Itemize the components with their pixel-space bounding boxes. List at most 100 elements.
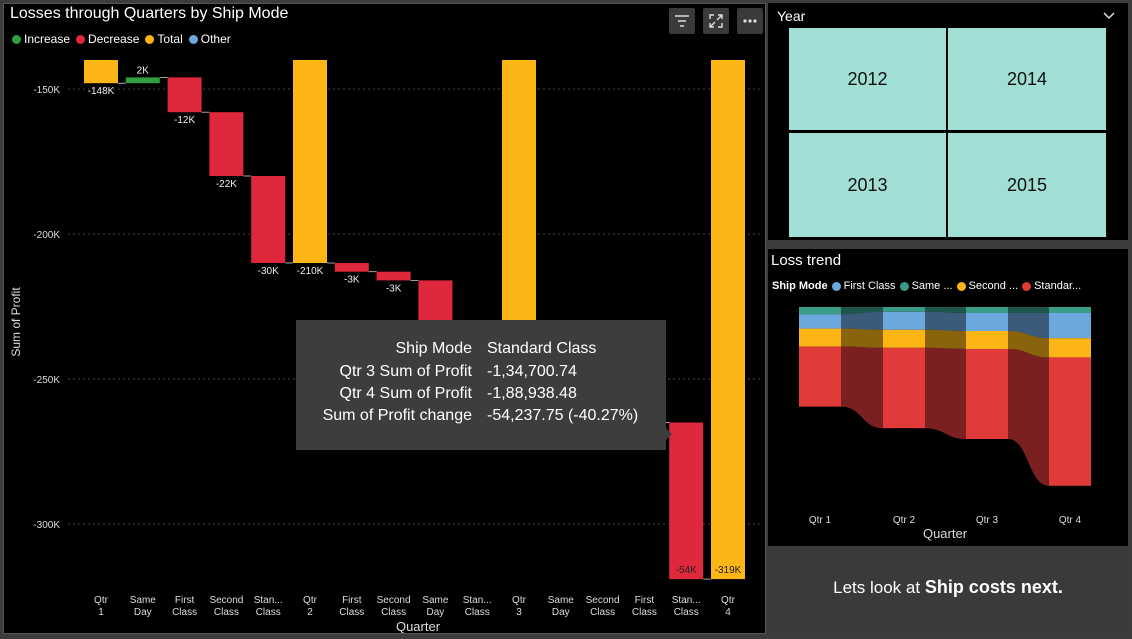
x-tick-label: Class — [214, 607, 239, 618]
tooltip-key: Ship Mode — [395, 340, 473, 357]
x-tick-label: 3 — [516, 607, 522, 618]
x-tick-label: 2 — [307, 607, 313, 618]
y-tick-label: -250K — [33, 375, 60, 386]
waterfall-bar — [669, 422, 704, 580]
waterfall-bar — [125, 77, 160, 84]
tooltip-row: Ship Mode Standard Class — [296, 340, 666, 362]
chevron-down-icon[interactable] — [1103, 12, 1115, 20]
tooltip-key: Qtr 4 Sum of Profit — [339, 385, 472, 402]
ribbon-band — [925, 347, 966, 439]
data-label: -210K — [297, 266, 324, 277]
x-tick-label: Second — [377, 595, 411, 606]
waterfall-bar — [711, 60, 745, 580]
ribbon-band — [841, 328, 883, 348]
slicer-tile-2013[interactable]: 2013 — [789, 133, 946, 237]
x-tick-label: 1 — [98, 607, 104, 618]
ribbon-band — [925, 329, 966, 349]
x-tick-label: Day — [134, 607, 152, 618]
loss-trend-visual[interactable]: Loss trend Ship Mode First Class Same ..… — [768, 249, 1128, 546]
x-tick-label: Qtr 1 — [809, 515, 832, 526]
data-label: -3K — [386, 283, 402, 294]
ribbon-bar — [799, 328, 841, 347]
tooltip-key: Qtr 3 Sum of Profit — [339, 363, 472, 380]
waterfall-bar — [251, 176, 286, 263]
year-slicer[interactable]: Year 2012 2014 2013 2015 — [768, 3, 1128, 240]
waterfall-bar — [334, 263, 369, 272]
ribbon-bar — [883, 329, 925, 348]
tooltip-key: Sum of Profit change — [322, 407, 472, 424]
waterfall-bar — [209, 112, 244, 176]
tooltip-row: Qtr 3 Sum of Profit -1,34,700.74 — [296, 363, 666, 385]
x-tick-label: Stan... — [672, 595, 701, 606]
x-axis-title: Quarter — [923, 526, 968, 541]
x-tick-label: Qtr 3 — [976, 515, 999, 526]
waterfall-bar — [376, 271, 411, 281]
note-prefix: Lets look at — [833, 578, 921, 597]
x-tick-label: Same — [130, 595, 157, 606]
data-label: -30K — [258, 266, 279, 277]
ribbon-bar — [966, 307, 1008, 313]
x-tick-label: Qtr — [721, 595, 736, 606]
y-axis-title: Sum of Profit — [9, 287, 23, 357]
tooltip-pointer-icon — [664, 426, 672, 442]
waterfall-bar — [167, 77, 202, 113]
x-tick-label: Qtr 4 — [1059, 515, 1082, 526]
ribbon-bar — [966, 349, 1008, 439]
ribbon-band — [1008, 307, 1049, 313]
x-tick-label: Stan... — [463, 595, 492, 606]
note-text: Lets look at Ship costs next. — [768, 577, 1128, 598]
x-tick-label: Class — [590, 607, 615, 618]
x-tick-label: First — [342, 595, 362, 606]
x-tick-label: Second — [586, 595, 620, 606]
text-box: Lets look at Ship costs next. — [768, 547, 1128, 634]
x-tick-label: Class — [381, 607, 406, 618]
x-tick-label: Class — [465, 607, 490, 618]
ribbon-bar — [799, 346, 841, 407]
ribbon-bar — [883, 307, 925, 312]
x-tick-label: First — [635, 595, 655, 606]
x-tick-label: Class — [632, 607, 657, 618]
waterfall-bar — [84, 60, 118, 84]
x-tick-label: Class — [339, 607, 364, 618]
ribbon-bar — [799, 314, 841, 329]
ribbon-bar — [799, 307, 841, 315]
x-tick-label: Class — [674, 607, 699, 618]
ribbon-bar — [1049, 313, 1091, 339]
tooltip-value: -1,34,700.74 — [487, 363, 577, 380]
x-tick-label: Stan... — [254, 595, 283, 606]
x-tick-label: Second — [209, 595, 243, 606]
slicer-tile-2015[interactable]: 2015 — [948, 133, 1106, 237]
slicer-tile-2012[interactable]: 2012 — [789, 28, 946, 130]
report-canvas: Losses through Quarters by Ship Mode Inc… — [0, 0, 1132, 639]
slicer-tile-2014[interactable]: 2014 — [948, 28, 1106, 130]
x-tick-label: Qtr 2 — [893, 515, 916, 526]
data-label: -54K — [676, 565, 697, 576]
x-tick-label: 4 — [725, 607, 731, 618]
tooltip-row: Sum of Profit change -54,237.75 (-40.27%) — [296, 407, 666, 429]
ribbon-bar — [1049, 307, 1091, 313]
ribbon-bar — [1049, 338, 1091, 358]
x-tick-label: First — [175, 595, 195, 606]
data-label: 2K — [137, 65, 150, 76]
data-label: -3K — [344, 275, 360, 286]
slicer-title: Year — [777, 8, 806, 24]
x-tick-label: Class — [256, 607, 281, 618]
ribbon-bar — [1049, 357, 1091, 486]
tooltip-row: Qtr 4 Sum of Profit -1,88,938.48 — [296, 385, 666, 407]
y-tick-label: -200K — [33, 230, 60, 241]
ribbon-band — [841, 346, 883, 429]
x-tick-label: Qtr — [512, 595, 527, 606]
data-label: -148K — [88, 86, 115, 97]
x-axis-title: Quarter — [396, 619, 441, 633]
data-label: -12K — [174, 115, 195, 126]
tooltip-value: -54,237.75 (-40.27%) — [487, 407, 639, 424]
data-label: -319K — [715, 565, 742, 576]
tooltip-value: Standard Class — [487, 340, 597, 357]
ribbon-bar — [883, 347, 925, 429]
ribbon-band — [925, 311, 966, 331]
x-tick-label: Same — [548, 595, 575, 606]
y-tick-label: -150K — [33, 85, 60, 96]
note-bold: Ship costs next. — [924, 577, 1063, 597]
x-tick-label: Class — [172, 607, 197, 618]
waterfall-visual[interactable]: Losses through Quarters by Ship Mode Inc… — [3, 3, 766, 634]
